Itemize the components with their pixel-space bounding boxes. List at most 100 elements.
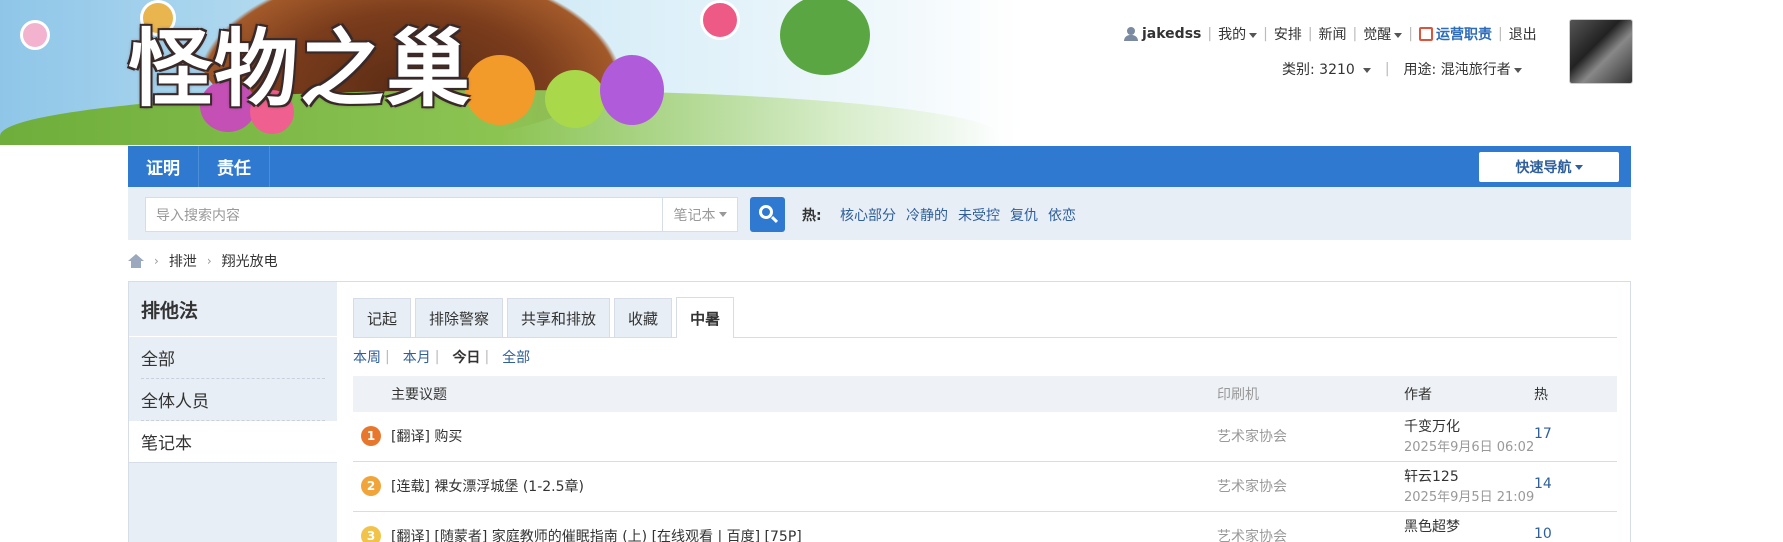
news-link[interactable]: 新闻 <box>1319 24 1347 44</box>
tab-heatstroke[interactable]: 中暑 <box>676 297 735 338</box>
chevron-down-icon <box>718 212 727 217</box>
category-value: 3210 <box>1319 62 1355 78</box>
hot-count[interactable]: 10 <box>1534 526 1552 542</box>
divider: | <box>385 349 390 365</box>
search-icon-handle <box>770 215 779 224</box>
rank-badge: 3 <box>361 526 381 542</box>
hot-label: 热: <box>802 207 822 224</box>
topic-link[interactable]: [连载] 裸女漂浮城堡 (1-2.5章) <box>391 476 584 496</box>
chevron-down-icon <box>1394 32 1403 38</box>
tab-recall[interactable]: 记起 <box>353 298 412 337</box>
filter-all[interactable]: 全部 <box>502 347 530 367</box>
lollipop-illustration <box>700 0 740 40</box>
post-date: 2025年9月6日 06:02 <box>1404 440 1535 455</box>
divider: | <box>1384 61 1390 77</box>
my-menu-label: 我的 <box>1218 27 1247 43</box>
nav-item-proof[interactable]: 证明 <box>128 146 199 187</box>
table-row: 1 [翻译] 购买 艺术家协会 千变万化 2025年9月6日 06:02 17 <box>353 412 1617 462</box>
forum-panel: 排他法 全部 全体人员 笔记本 记起 排除警察 共享和排放 收藏 中暑 本周 | … <box>128 281 1631 542</box>
printer-name[interactable]: 艺术家协会 <box>1217 476 1287 496</box>
topic-link[interactable]: [翻译] [随蒙者] 家庭教师的催眠指南 (上) [在线观看 | 百度] [75… <box>391 526 802 542</box>
category-label: 类别: <box>1282 62 1315 78</box>
chevron-right-icon: › <box>206 254 212 268</box>
table-header: 主要议题 印刷机 作者 热 <box>353 376 1617 412</box>
home-icon[interactable] <box>128 254 144 268</box>
header-topic: 主要议题 <box>391 387 447 403</box>
tab-favorites[interactable]: 收藏 <box>614 298 673 337</box>
hot-link[interactable]: 复仇 <box>1010 205 1038 225</box>
hot-link[interactable]: 未受控 <box>958 205 1000 225</box>
monster-illustration <box>465 55 535 125</box>
breadcrumb: › 排泄 › 翔光放电 <box>128 250 278 272</box>
time-filter: 本周 | 本月 | 今日 | 全部 <box>353 338 1617 376</box>
avatar[interactable] <box>1569 19 1633 84</box>
divider: | <box>1207 26 1213 42</box>
usage-menu[interactable]: 用途: 混沌旅行者 <box>1404 59 1522 79</box>
topic-link[interactable]: [翻译] 购买 <box>391 426 462 446</box>
user-icon <box>1124 27 1138 41</box>
rank-badge: 2 <box>361 476 381 496</box>
username-link[interactable]: jakedss <box>1142 26 1201 42</box>
search-button[interactable] <box>750 197 785 232</box>
search-scope-value: 笔记本 <box>673 207 716 224</box>
usage-label: 用途: <box>1403 62 1437 78</box>
chevron-right-icon: › <box>154 254 159 268</box>
divider: | <box>1352 26 1358 42</box>
hot-link[interactable]: 依恋 <box>1048 205 1076 225</box>
category-menu[interactable]: 类别: 3210 <box>1282 59 1371 79</box>
chevron-down-icon <box>1513 67 1522 73</box>
sidebar-item-notebook[interactable]: 笔记本 <box>129 421 337 463</box>
tab-share-discharge[interactable]: 共享和排放 <box>507 298 611 337</box>
hot-count[interactable]: 14 <box>1534 476 1552 492</box>
candy-tree-illustration <box>780 0 870 75</box>
quick-nav-button[interactable]: 快速导航 <box>1479 152 1619 182</box>
sidebar-item-all[interactable]: 全部 <box>141 337 325 379</box>
divider: | <box>1408 26 1413 42</box>
thread-list-area: 记起 排除警察 共享和排放 收藏 中暑 本周 | 本月 | 今日 | 全部 主要议题 … <box>353 297 1617 542</box>
tab-bar: 记起 排除警察 共享和排放 收藏 中暑 <box>353 297 1617 338</box>
filter-this-week[interactable]: 本周 <box>353 347 381 367</box>
breadcrumb-item[interactable]: 翔光放电 <box>222 251 278 271</box>
calendar-icon <box>1418 27 1433 41</box>
hot-link[interactable]: 核心部分 <box>840 205 896 225</box>
sidebar-title: 排他法 <box>129 282 337 337</box>
chevron-down-icon <box>1249 32 1258 38</box>
breadcrumb-item[interactable]: 排泄 <box>169 251 197 271</box>
logout-link[interactable]: 退出 <box>1509 24 1537 44</box>
nav-item-responsibility[interactable]: 责任 <box>199 146 270 187</box>
search-input[interactable]: 导入搜索内容 <box>145 197 662 232</box>
search-scope-select[interactable]: 笔记本 <box>662 197 738 232</box>
header-hot: 热 <box>1534 387 1548 403</box>
my-menu[interactable]: 我的 <box>1218 24 1258 44</box>
hot-count[interactable]: 17 <box>1534 426 1552 442</box>
header-printer: 印刷机 <box>1217 387 1259 403</box>
usage-value: 混沌旅行者 <box>1440 62 1511 78</box>
site-logo[interactable]: 怪物之巢 <box>128 2 472 123</box>
table-row: 2 [连载] 裸女漂浮城堡 (1-2.5章) 艺术家协会 轩云125 2025年… <box>353 462 1617 512</box>
divider: | <box>1497 26 1503 42</box>
author-link[interactable]: 轩云125 <box>1404 466 1459 486</box>
main-nav: 证明 责任 快速导航 <box>128 146 1631 187</box>
search-bar: 导入搜索内容 笔记本 热: 核心部分 冷静的 未受控 复仇 依恋 <box>128 187 1631 240</box>
rank-badge: 1 <box>361 426 381 446</box>
header-author: 作者 <box>1404 387 1432 403</box>
printer-name[interactable]: 艺术家协会 <box>1217 426 1287 446</box>
chevron-down-icon <box>1574 164 1583 170</box>
ops-duty-link[interactable]: 运营职责 <box>1436 24 1492 44</box>
awaken-menu-label: 觉醒 <box>1363 27 1392 43</box>
awaken-menu[interactable]: 觉醒 <box>1363 24 1403 44</box>
chevron-down-icon <box>1362 67 1371 73</box>
sidebar-item-all-members[interactable]: 全体人员 <box>141 379 325 421</box>
filter-this-month[interactable]: 本月 <box>403 347 431 367</box>
hot-link[interactable]: 冷静的 <box>906 205 948 225</box>
tab-exclude-police[interactable]: 排除警察 <box>415 298 504 337</box>
schedule-link[interactable]: 安排 <box>1274 24 1302 44</box>
filter-today[interactable]: 今日 <box>452 347 480 367</box>
table-row: 3 [翻译] [随蒙者] 家庭教师的催眠指南 (上) [在线观看 | 百度] [… <box>353 512 1617 542</box>
author-link[interactable]: 黑色超梦 <box>1404 516 1460 536</box>
monster-illustration <box>545 70 605 128</box>
monster-illustration <box>600 55 664 125</box>
sidebar: 排他法 全部 全体人员 笔记本 <box>129 282 337 542</box>
author-link[interactable]: 千变万化 <box>1404 416 1460 436</box>
printer-name[interactable]: 艺术家协会 <box>1217 526 1287 542</box>
